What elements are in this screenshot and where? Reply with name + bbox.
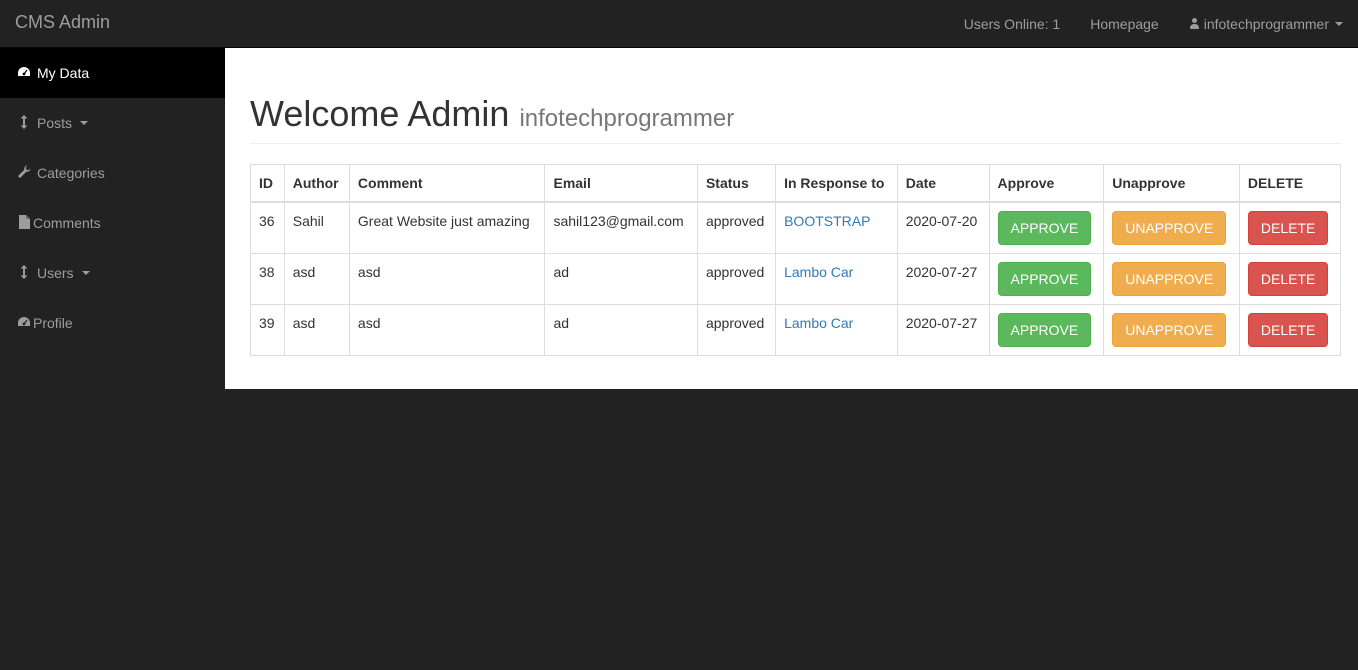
table-row: 38 asd asd ad approved Lambo Car 2020-07… <box>250 253 1342 306</box>
main-content: Welcome Admin infotechprogrammer ID Auth… <box>225 48 1358 389</box>
sidebar-item-label: My Data <box>37 65 90 81</box>
cell-approve: APPROVE <box>988 304 1105 357</box>
approve-button[interactable]: APPROVE <box>997 211 1092 246</box>
cell-date: 2020-07-27 <box>896 253 990 306</box>
cell-status: approved <box>696 253 777 306</box>
unapprove-button[interactable]: UNAPPROVE <box>1112 211 1227 246</box>
page-header: Welcome Admin infotechprogrammer <box>250 94 1341 144</box>
column-header-in-response-to: In Response to <box>775 163 898 204</box>
sidebar-item-label: Categories <box>37 165 105 181</box>
user-icon <box>1189 18 1200 30</box>
cell-comment: asd <box>348 253 546 306</box>
sidebar-item-label: Posts <box>37 115 73 131</box>
delete-button[interactable]: DELETE <box>1247 262 1329 297</box>
post-link[interactable]: Lambo Car <box>784 315 853 331</box>
column-header-status: Status <box>696 163 777 204</box>
cell-id: 36 <box>250 201 285 255</box>
sidebar-item-label: Profile <box>33 315 73 331</box>
delete-button[interactable]: DELETE <box>1247 313 1329 348</box>
homepage-link[interactable]: Homepage <box>1075 14 1174 34</box>
cell-status: approved <box>696 304 777 357</box>
caret-down-icon <box>81 271 90 275</box>
column-header-id: ID <box>250 163 285 204</box>
unapprove-button[interactable]: UNAPPROVE <box>1112 262 1227 297</box>
column-header-approve: Approve <box>988 163 1105 204</box>
column-header-date: Date <box>896 163 990 204</box>
cell-delete: DELETE <box>1238 304 1342 357</box>
sidebar-item-users[interactable]: Users <box>0 248 225 298</box>
wrench-icon <box>17 165 31 181</box>
dashboard-icon <box>17 316 31 331</box>
cell-approve: APPROVE <box>988 253 1105 306</box>
cell-comment: asd <box>348 304 546 357</box>
post-link[interactable]: Lambo Car <box>784 264 853 280</box>
cell-date: 2020-07-20 <box>896 201 990 255</box>
cell-approve: APPROVE <box>988 201 1105 255</box>
arrows-v-icon <box>17 264 31 282</box>
dashboard-icon <box>17 66 31 81</box>
sidebar-item-comments[interactable]: Comments <box>0 198 225 248</box>
cell-email: sahil123@gmail.com <box>544 201 698 255</box>
brand-link[interactable]: CMS Admin <box>15 12 110 32</box>
approve-button[interactable]: APPROVE <box>997 313 1092 348</box>
page-title-text: Welcome Admin <box>250 93 510 134</box>
sidebar-item-posts[interactable]: Posts <box>0 98 225 148</box>
cell-date: 2020-07-27 <box>896 304 990 357</box>
unapprove-button[interactable]: UNAPPROVE <box>1112 313 1227 348</box>
table-header-row: ID Author Comment Email Status In Respon… <box>250 163 1342 204</box>
sidebar-item-label: Users <box>37 265 74 281</box>
cell-in-response-to: Lambo Car <box>775 253 898 306</box>
top-navbar: CMS Admin Users Online: 1 Homepage infot… <box>0 0 1358 48</box>
cell-author: asd <box>283 304 350 357</box>
caret-down-icon <box>1335 22 1343 26</box>
cell-author: asd <box>283 253 350 306</box>
column-header-unapprove: Unapprove <box>1103 163 1240 204</box>
cell-status: approved <box>696 201 777 255</box>
post-link[interactable]: BOOTSTRAP <box>784 213 870 229</box>
table-row: 39 asd asd ad approved Lambo Car 2020-07… <box>250 304 1342 357</box>
approve-button[interactable]: APPROVE <box>997 262 1092 297</box>
sidebar-item-profile[interactable]: Profile <box>0 298 225 348</box>
file-icon <box>17 214 31 232</box>
cell-in-response-to: BOOTSTRAP <box>775 201 898 255</box>
sidebar-item-label: Comments <box>33 215 101 231</box>
cell-comment: Great Website just amazing <box>348 201 546 255</box>
cell-id: 38 <box>250 253 285 306</box>
column-header-delete: DELETE <box>1238 163 1342 204</box>
cell-unapprove: UNAPPROVE <box>1103 304 1240 357</box>
users-online-indicator: Users Online: 1 <box>963 16 1061 32</box>
column-header-comment: Comment <box>348 163 546 204</box>
page-subtitle: infotechprogrammer <box>519 105 735 132</box>
delete-button[interactable]: DELETE <box>1247 211 1329 246</box>
comments-table: ID Author Comment Email Status In Respon… <box>250 163 1342 357</box>
table-row: 36 Sahil Great Website just amazing sahi… <box>250 201 1342 255</box>
cell-in-response-to: Lambo Car <box>775 304 898 357</box>
caret-down-icon <box>80 121 89 125</box>
sidebar: My Data Posts Categories Comments Users … <box>0 48 225 348</box>
page-title: Welcome Admin infotechprogrammer <box>250 94 1341 134</box>
cell-email: ad <box>544 304 698 357</box>
sidebar-item-categories[interactable]: Categories <box>0 148 225 198</box>
user-dropdown[interactable]: infotechprogrammer <box>1174 14 1358 34</box>
arrows-v-icon <box>17 114 31 132</box>
column-header-author: Author <box>283 163 350 204</box>
cell-delete: DELETE <box>1238 201 1342 255</box>
cell-email: ad <box>544 253 698 306</box>
cell-unapprove: UNAPPROVE <box>1103 201 1240 255</box>
cell-id: 39 <box>250 304 285 357</box>
sidebar-item-my-data[interactable]: My Data <box>0 48 225 98</box>
column-header-email: Email <box>544 163 698 204</box>
cell-unapprove: UNAPPROVE <box>1103 253 1240 306</box>
cell-author: Sahil <box>283 201 350 255</box>
cell-delete: DELETE <box>1238 253 1342 306</box>
username-label: infotechprogrammer <box>1203 16 1329 32</box>
navbar-right: Users Online: 1 Homepage infotechprogram… <box>949 0 1358 48</box>
